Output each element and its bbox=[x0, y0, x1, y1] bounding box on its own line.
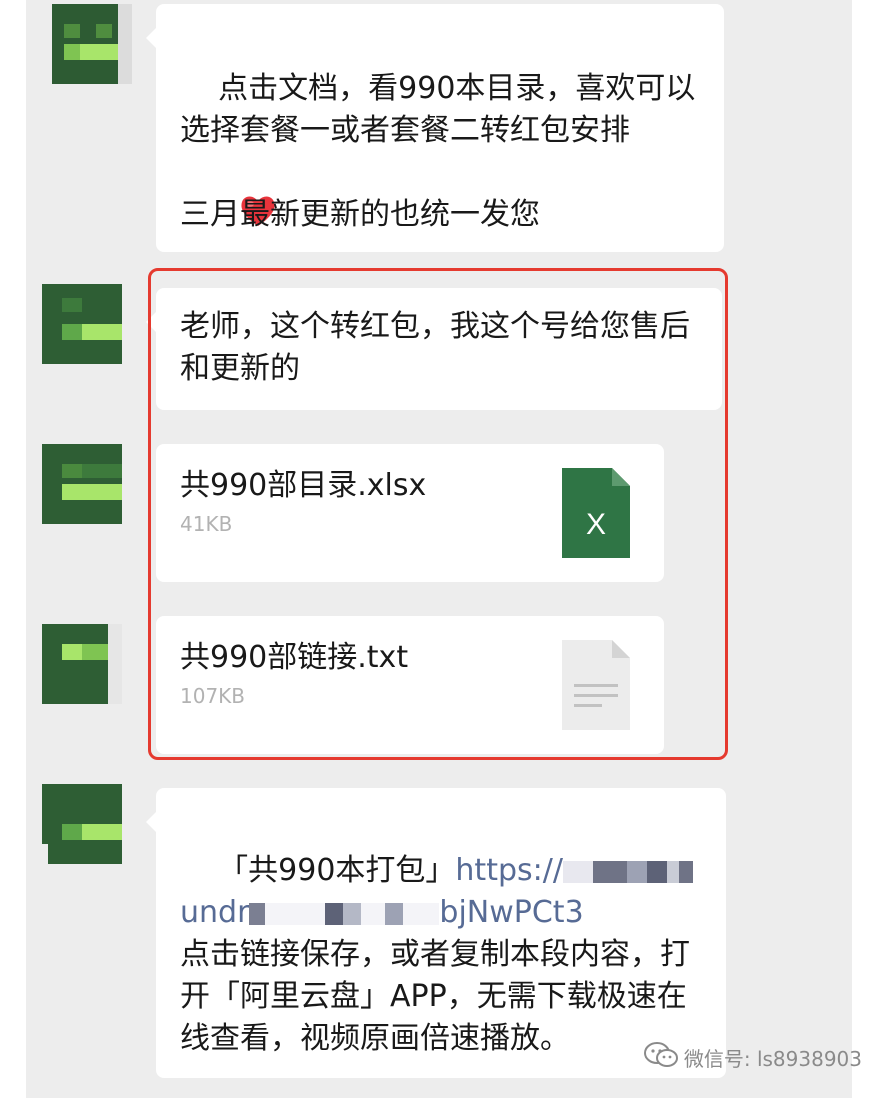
message-text: 「共990本打包」https://undr bjNwPCt3 点击链接保存，或者复制… bbox=[180, 808, 706, 1102]
highlight-box bbox=[148, 268, 728, 760]
avatar[interactable] bbox=[42, 284, 122, 364]
message-text-2: 三月最新更新的也统一发您 bbox=[180, 197, 540, 232]
redacted-block bbox=[562, 860, 593, 883]
wechat-icon bbox=[643, 1042, 678, 1076]
avatar[interactable] bbox=[42, 784, 122, 864]
message-prefix: 「共990本打包」 bbox=[218, 853, 456, 888]
avatar[interactable] bbox=[42, 444, 122, 524]
watermark-text: 微信号: ls8938903 bbox=[683, 1047, 862, 1071]
message-bubble[interactable]: 「共990本打包」https://undr bjNwPCt3 点击链接保存，或者复制… bbox=[146, 788, 726, 1078]
message-body: 点击链接保存，或者复制本段内容，打开「阿里云盘」APP，无需下载极速在线查看，视… bbox=[180, 937, 690, 1056]
watermark: 微信号: ls8938903 bbox=[643, 1042, 862, 1076]
avatar[interactable] bbox=[42, 624, 122, 704]
message-bubble[interactable]: 点击文档，看990本目录，喜欢可以选择套餐一或者套餐二转红包安排 三月最新更新的… bbox=[146, 4, 724, 252]
avatar[interactable] bbox=[52, 4, 132, 84]
redacted-block-2 bbox=[249, 902, 266, 925]
